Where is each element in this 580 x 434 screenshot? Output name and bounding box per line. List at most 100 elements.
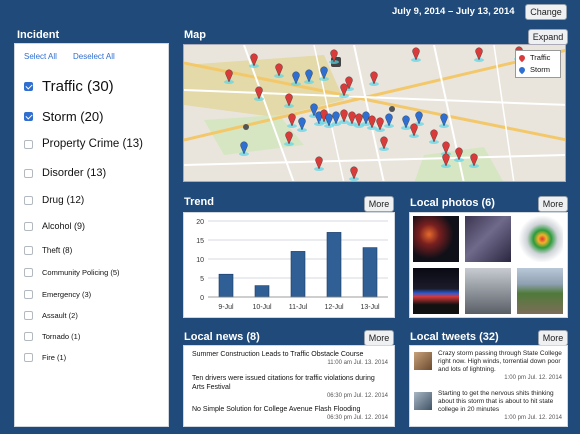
incident-item-theft[interactable]: Theft (8) (24, 246, 72, 255)
incident-header: Incident (17, 29, 60, 41)
photo-thumbnail[interactable] (517, 216, 563, 262)
news-header: Local news (8) (184, 331, 260, 343)
tweet-item[interactable]: Crazy storm passing through State Colleg… (438, 350, 562, 382)
trend-chart: 0 5 10 15 20 9-Jul 10-Jul 11-Jul 12-Jul 13-Jul (196, 219, 388, 311)
tweets-header: Local tweets (32) (410, 331, 499, 343)
news-item[interactable]: No Simple Solution for College Avenue Fl… (192, 405, 388, 422)
tornado-checkbox[interactable] (24, 332, 33, 341)
trend-bar[interactable] (362, 247, 378, 298)
alcohol-checkbox[interactable] (24, 221, 33, 231)
photo-thumbnail[interactable] (413, 216, 459, 262)
news-time: 06:30 pm Jul. 12. 2014 (326, 415, 388, 421)
tweet-item[interactable]: Starting to get the nervous shits thinki… (438, 390, 562, 422)
photos-panel (409, 212, 568, 318)
select-all-link[interactable]: Select All (24, 52, 57, 61)
drug-checkbox[interactable] (24, 196, 33, 205)
legend-traffic-label: Traffic (530, 53, 551, 62)
map-canvas[interactable] (184, 45, 566, 182)
trend-bar[interactable] (326, 232, 342, 298)
assault-checkbox[interactable] (24, 311, 33, 320)
storm-marker-icon (517, 65, 527, 74)
x-tick-label: 12-Jul (324, 304, 344, 311)
traffic-checkbox[interactable] (24, 82, 33, 91)
incident-label: Alcohol (9) (42, 221, 86, 231)
date-range: July 9, 2014 – July 13, 2014 (392, 6, 515, 17)
x-tick-label: 13-Jul (360, 304, 380, 311)
storm-checkbox[interactable] (24, 112, 33, 121)
map-header: Map (184, 29, 206, 41)
incident-label: Property Crime (13) (42, 138, 143, 150)
incident-panel (14, 43, 169, 427)
y-tick-label: 10 (196, 257, 204, 264)
incident-item-fire[interactable]: Fire (1) (24, 353, 66, 362)
incident-item-storm[interactable]: Storm (20) (24, 109, 103, 124)
incident-item-assault[interactable]: Assault (2) (24, 311, 78, 320)
y-tick-label: 15 (196, 238, 204, 245)
news-item[interactable]: Ten drivers were issued citations for tr… (192, 374, 388, 400)
expand-map-button[interactable]: Expand (528, 29, 568, 45)
deselect-all-link[interactable]: Deselect All (73, 52, 115, 61)
news-title[interactable]: No Simple Solution for College Avenue Fl… (192, 405, 388, 414)
tweet-avatar (414, 392, 432, 410)
trend-bar[interactable] (290, 251, 306, 298)
photo-thumbnail[interactable] (517, 268, 563, 314)
tweet-time: 1:00 pm Jul. 12. 2014 (504, 375, 562, 381)
map-legend: Traffic Storm (515, 50, 561, 78)
map-view[interactable]: Traffic Storm (183, 44, 566, 182)
incident-label: Theft (8) (42, 246, 73, 255)
incident-label: Disorder (13) (42, 167, 107, 179)
tweet-avatar (414, 352, 432, 370)
photos-header: Local photos (6) (410, 197, 495, 209)
incident-label: Emergency (3) (42, 290, 92, 299)
news-more-button[interactable]: More (364, 330, 394, 346)
incident-label: Drug (12) (42, 195, 85, 206)
photo-thumbnail[interactable] (413, 268, 459, 314)
x-tick-label: 11-Jul (289, 304, 308, 311)
community-policing-checkbox[interactable] (24, 268, 33, 277)
photo-thumbnail[interactable] (465, 268, 511, 314)
incident-item-disorder[interactable]: Disorder (13) (24, 167, 106, 179)
y-tick-label: 20 (196, 219, 204, 226)
x-tick-label: 9-Jul (218, 304, 234, 311)
disorder-checkbox[interactable] (24, 168, 33, 178)
news-item[interactable]: Summer Construction Leads to Traffic Obs… (192, 350, 388, 367)
photos-more-button[interactable]: More (538, 196, 568, 212)
incident-label: Community Policing (5) (42, 268, 120, 277)
fire-checkbox[interactable] (24, 353, 33, 362)
incident-label: Storm (20) (42, 109, 104, 124)
trend-chart-panel: 0 5 10 15 20 9-Jul 10-Jul 11-Jul 12-Jul 13-Jul (183, 212, 395, 318)
trend-header: Trend (184, 196, 214, 208)
incident-label: Traffic (30) (42, 78, 114, 95)
y-tick-label: 5 (200, 276, 204, 283)
incident-item-tornado[interactable]: Tornado (1) (24, 332, 80, 341)
tweet-text: Crazy storm passing through State Colleg… (438, 350, 562, 373)
incident-label: Tornado (1) (42, 332, 81, 341)
trend-bar[interactable] (218, 273, 234, 298)
news-title[interactable]: Ten drivers were issued citations for tr… (192, 374, 388, 392)
tweet-text: Starting to get the nervous shits thinki… (438, 390, 554, 413)
photo-thumbnail[interactable] (465, 216, 511, 262)
incident-item-drug[interactable]: Drug (12) (24, 195, 84, 206)
news-title[interactable]: Summer Construction Leads to Traffic Obs… (192, 350, 388, 359)
trend-more-button[interactable]: More (364, 196, 394, 212)
incident-item-property-crime[interactable]: Property Crime (13) (24, 138, 143, 150)
tweets-more-button[interactable]: More (538, 330, 568, 346)
tweet-time: 1:00 pm Jul. 12. 2014 (504, 415, 562, 421)
trend-bar[interactable] (254, 285, 270, 298)
incident-item-community-policing[interactable]: Community Policing (5) (24, 268, 120, 277)
change-date-button[interactable]: Change (525, 4, 567, 20)
incident-item-alcohol[interactable]: Alcohol (9) (24, 221, 85, 231)
legend-storm-label: Storm (530, 65, 551, 74)
news-time: 11:00 am Jul. 13. 2014 (327, 360, 388, 366)
traffic-marker-icon (517, 53, 527, 62)
incident-item-traffic[interactable]: Traffic (30) (24, 78, 114, 95)
property-crime-checkbox[interactable] (24, 139, 33, 149)
incident-item-emergency[interactable]: Emergency (3) (24, 290, 91, 299)
theft-checkbox[interactable] (24, 246, 33, 255)
news-time: 06:30 pm Jul. 12. 2014 (326, 393, 388, 399)
x-tick-label: 10-Jul (252, 304, 272, 311)
incident-label: Assault (2) (42, 311, 78, 320)
emergency-checkbox[interactable] (24, 290, 33, 299)
incident-label: Fire (1) (42, 353, 67, 362)
y-tick-label: 0 (200, 295, 204, 302)
